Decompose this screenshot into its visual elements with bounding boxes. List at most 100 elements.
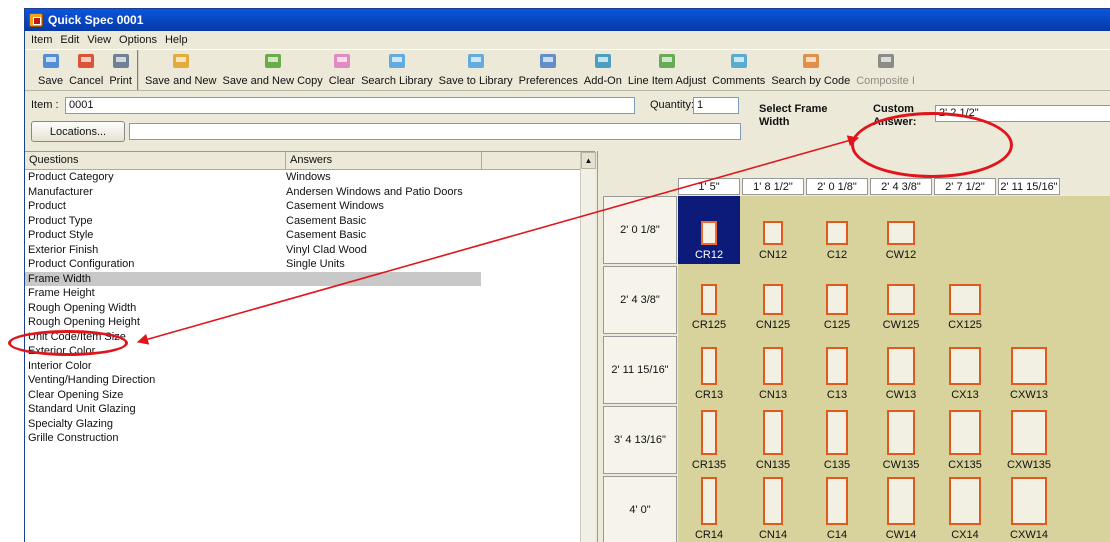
size-option-cell[interactable]: C14 [806, 476, 868, 542]
size-option-cell[interactable]: CR12 [678, 196, 740, 264]
save-button[interactable]: Save [35, 50, 66, 90]
question-row[interactable]: Grille Construction [25, 431, 481, 446]
size-option-cell[interactable]: C13 [806, 336, 868, 404]
line-item-adjust-button[interactable]: Line Item Adjust [625, 50, 709, 90]
menu-view[interactable]: View [83, 34, 115, 46]
save-and-new-button[interactable]: Save and New [142, 50, 220, 90]
save-to-library-button[interactable]: Save to Library [436, 50, 516, 90]
custom-answer-label-line1: Custom [873, 103, 914, 115]
column-header-width[interactable]: 2' 0 1/8" [806, 178, 868, 195]
search-library-button[interactable]: Search Library [358, 50, 436, 90]
answer-text [286, 286, 481, 301]
question-row[interactable]: Interior Color [25, 359, 481, 374]
search-by-code-button[interactable]: Search by Code [768, 50, 853, 90]
locations-button[interactable]: Locations... [31, 121, 125, 142]
question-row[interactable]: Product Style Casement Basic [25, 228, 481, 243]
custom-answer-field[interactable]: 2' 2 1/2" [935, 105, 1110, 122]
column-header-width[interactable]: 2' 11 15/16" [998, 178, 1060, 195]
menu-edit[interactable]: Edit [56, 34, 83, 46]
size-option-cell[interactable]: CX125 [934, 266, 996, 334]
size-option-cell[interactable]: CR125 [678, 266, 740, 334]
column-header-width[interactable]: 2' 4 3/8" [870, 178, 932, 195]
quantity-field[interactable]: 1 [693, 97, 739, 114]
menu-help[interactable]: Help [161, 34, 192, 46]
custom-answer-label: Custom Answer: [873, 103, 916, 129]
menu-item[interactable]: Item [27, 34, 56, 46]
question-row[interactable]: Specialty Glazing [25, 417, 481, 432]
column-header-width[interactable]: 1' 8 1/2" [742, 178, 804, 195]
row-header-height[interactable]: 2' 11 15/16" [603, 336, 677, 404]
window-unit-icon [949, 284, 981, 315]
row-header-height[interactable]: 2' 0 1/8" [603, 196, 677, 264]
answers-column-header[interactable]: Answers [286, 152, 482, 169]
comments-button[interactable]: Comments [709, 50, 768, 90]
column-header-width[interactable]: 2' 7 1/2" [934, 178, 996, 195]
scroll-up-arrow-icon[interactable]: ▲ [581, 152, 596, 169]
size-option-cell[interactable]: CN14 [742, 476, 804, 542]
questions-scrollbar[interactable]: ▲ [580, 152, 596, 542]
row-header-height[interactable]: 3' 4 13/16" [603, 406, 677, 474]
size-option-cell[interactable]: CW135 [870, 406, 932, 474]
unit-code-label: C125 [823, 319, 851, 331]
size-option-cell[interactable]: CW14 [870, 476, 932, 542]
size-option-cell[interactable]: CX13 [934, 336, 996, 404]
menu-options[interactable]: Options [115, 34, 161, 46]
unit-code-label: CN12 [758, 249, 788, 261]
size-option-cell[interactable]: C125 [806, 266, 868, 334]
question-row[interactable]: Product Configuration Single Units [25, 257, 481, 272]
row-header-height[interactable]: 4' 0" [603, 476, 677, 542]
composite-i-button[interactable]: Composite I [853, 50, 918, 90]
unit-code-label: C14 [826, 529, 848, 541]
question-rows: Product Category Windows Manufacturer Ander… [25, 170, 481, 446]
size-option-cell[interactable]: CW13 [870, 336, 932, 404]
clear-button[interactable]: Clear [326, 50, 358, 90]
save-and-new-copy-button[interactable]: Save and New Copy [220, 50, 326, 90]
size-option-cell[interactable]: CX14 [934, 476, 996, 542]
size-option-cell[interactable]: CN135 [742, 406, 804, 474]
question-row[interactable]: Unit Code/Item Size [25, 330, 481, 345]
question-row[interactable]: Frame Width [25, 271, 481, 286]
question-row[interactable]: Product Casement Windows [25, 199, 481, 214]
column-header-width[interactable]: 1' 5" [678, 178, 740, 195]
size-option-cell[interactable]: C135 [806, 406, 868, 474]
size-option-cell[interactable]: CR14 [678, 476, 740, 542]
size-option-cell[interactable]: CXW14 [998, 476, 1060, 542]
size-option-cell[interactable]: CXW13 [998, 336, 1060, 404]
toolbar-button-label: Add-On [583, 75, 622, 87]
question-text: Product Category [28, 171, 114, 183]
size-option-cell[interactable]: CW12 [870, 196, 932, 264]
question-row[interactable]: Exterior Color [25, 344, 481, 359]
question-row[interactable]: Exterior Finish Vinyl Clad Wood [25, 243, 481, 258]
questions-column-header[interactable]: Questions [25, 152, 286, 169]
size-option-cell[interactable]: CN13 [742, 336, 804, 404]
locations-field[interactable] [129, 123, 741, 140]
item-number-field[interactable]: 0001 [65, 97, 635, 114]
size-option-cell[interactable]: CN125 [742, 266, 804, 334]
window-title: Quick Spec 0001 [48, 13, 144, 27]
question-row[interactable]: Venting/Handing Direction [25, 373, 481, 388]
add-on-button[interactable]: Add-On [581, 50, 625, 90]
size-option-cell[interactable]: CN12 [742, 196, 804, 264]
question-row[interactable]: Clear Opening Size [25, 388, 481, 403]
unit-code-label: C135 [823, 459, 851, 471]
question-row[interactable]: Rough Opening Height [25, 315, 481, 330]
question-row[interactable]: Standard Unit Glazing [25, 402, 481, 417]
size-option-cell[interactable]: CW125 [870, 266, 932, 334]
question-text: Unit Code/Item Size [28, 330, 126, 343]
preferences-button[interactable]: Preferences [516, 50, 581, 90]
window-unit-icon [826, 347, 848, 385]
question-row[interactable]: Product Type Casement Basic [25, 214, 481, 229]
toolbar: Save Cancel Print Save and New Save and New… [25, 49, 1110, 91]
question-row[interactable]: Product Category Windows [25, 170, 481, 185]
print-button[interactable]: Print [106, 50, 135, 90]
question-row[interactable]: Manufacturer Andersen Windows and Patio D… [25, 185, 481, 200]
question-row[interactable]: Frame Height [25, 286, 481, 301]
cancel-button[interactable]: Cancel [66, 50, 106, 90]
size-option-cell[interactable]: CR135 [678, 406, 740, 474]
size-option-cell[interactable]: CR13 [678, 336, 740, 404]
question-row[interactable]: Rough Opening Width [25, 301, 481, 316]
size-option-cell[interactable]: C12 [806, 196, 868, 264]
size-option-cell[interactable]: CXW135 [998, 406, 1060, 474]
size-option-cell[interactable]: CX135 [934, 406, 996, 474]
row-header-height[interactable]: 2' 4 3/8" [603, 266, 677, 334]
